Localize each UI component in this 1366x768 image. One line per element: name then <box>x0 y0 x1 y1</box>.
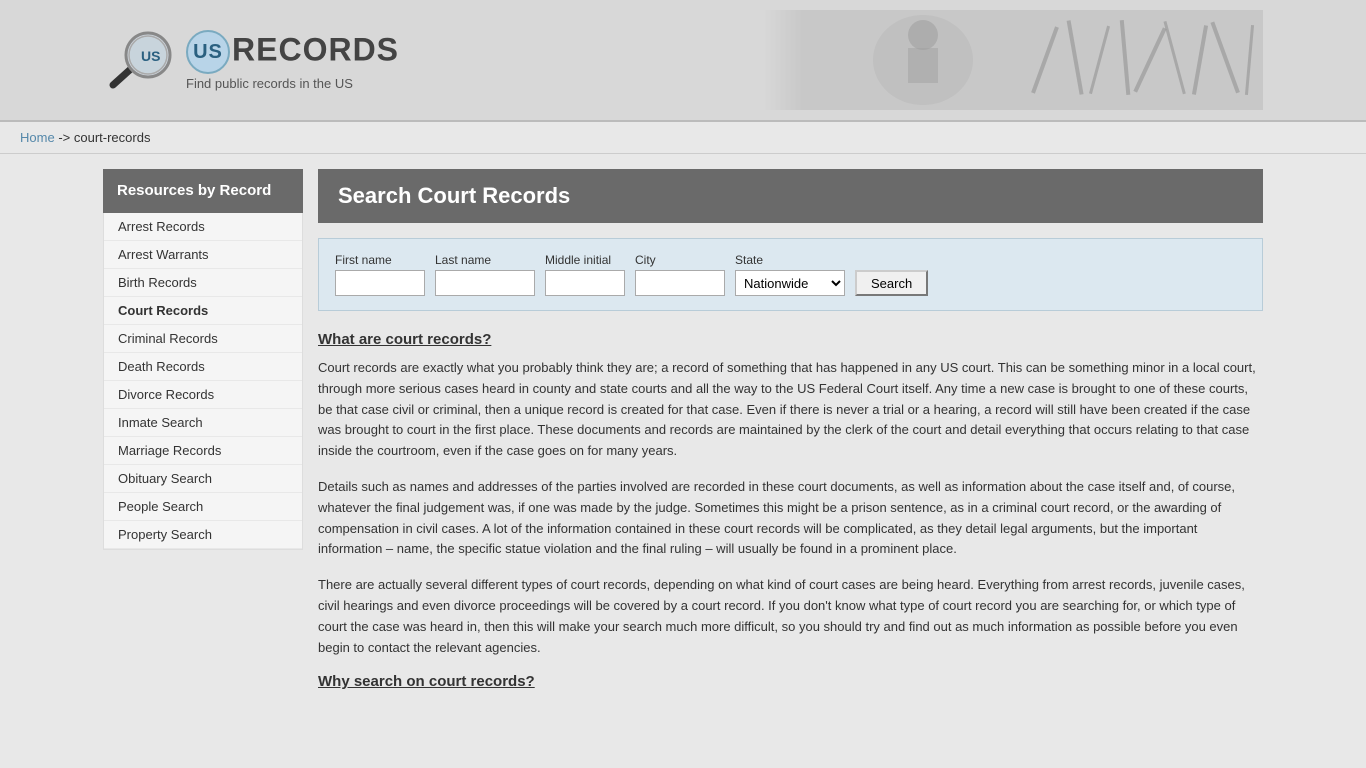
state-field: State Nationwide Alabama Alaska Arizona … <box>735 253 845 296</box>
lastname-input[interactable] <box>435 270 535 296</box>
middle-field: Middle initial <box>545 253 625 296</box>
state-label: State <box>735 253 845 267</box>
section1-para3: There are actually several different typ… <box>318 575 1263 658</box>
city-input[interactable] <box>635 270 725 296</box>
sidebar-item-obituary-search[interactable]: Obituary Search <box>104 465 302 493</box>
breadcrumb-separator: -> <box>58 130 70 145</box>
search-form: First name Last name Middle initial City… <box>318 238 1263 311</box>
lastname-field: Last name <box>435 253 535 296</box>
middle-label: Middle initial <box>545 253 625 267</box>
logo-magnify-icon: US <box>103 25 178 95</box>
section1-para1: Court records are exactly what you proba… <box>318 358 1263 462</box>
sidebar-item-arrest-records[interactable]: Arrest Records <box>104 213 302 241</box>
sidebar: Resources by Record Arrest Records Arres… <box>103 169 303 700</box>
city-field: City <box>635 253 725 296</box>
city-label: City <box>635 253 725 267</box>
state-select[interactable]: Nationwide Alabama Alaska Arizona Arkans… <box>735 270 845 296</box>
breadcrumb-home-link[interactable]: Home <box>20 130 55 145</box>
sidebar-item-criminal-records[interactable]: Criminal Records <box>104 325 302 353</box>
breadcrumb: Home -> court-records <box>0 122 1366 154</box>
lastname-label: Last name <box>435 253 535 267</box>
sidebar-nav: Arrest Records Arrest Warrants Birth Rec… <box>103 213 303 550</box>
article-content: What are court records? Court records ar… <box>318 331 1263 690</box>
sidebar-item-people-search[interactable]: People Search <box>104 493 302 521</box>
logo-records-text: RECORDS <box>232 31 399 67</box>
search-button[interactable]: Search <box>855 270 928 296</box>
page-title: Search Court Records <box>318 169 1263 223</box>
firstname-label: First name <box>335 253 425 267</box>
breadcrumb-current: court-records <box>74 130 151 145</box>
firstname-input[interactable] <box>335 270 425 296</box>
content-area: Search Court Records First name Last nam… <box>318 169 1263 700</box>
firstname-field: First name <box>335 253 425 296</box>
logo-title: USRECORDS <box>186 30 399 74</box>
sidebar-heading: Resources by Record <box>103 169 303 213</box>
sidebar-item-birth-records[interactable]: Birth Records <box>104 269 302 297</box>
logo-text: USRECORDS Find public records in the US <box>186 30 399 91</box>
sidebar-item-arrest-warrants[interactable]: Arrest Warrants <box>104 241 302 269</box>
site-header: US USRECORDS Find public records in the … <box>0 0 1366 122</box>
section1-heading: What are court records? <box>318 331 1263 348</box>
logo-area: US USRECORDS Find public records in the … <box>103 25 399 95</box>
header-decorative-image <box>763 10 1263 110</box>
sidebar-item-inmate-search[interactable]: Inmate Search <box>104 409 302 437</box>
sidebar-item-divorce-records[interactable]: Divorce Records <box>104 381 302 409</box>
sidebar-item-property-search[interactable]: Property Search <box>104 521 302 549</box>
svg-text:US: US <box>141 48 160 64</box>
middle-input[interactable] <box>545 270 625 296</box>
section2-heading: Why search on court records? <box>318 673 1263 690</box>
sidebar-item-marriage-records[interactable]: Marriage Records <box>104 437 302 465</box>
sidebar-item-court-records[interactable]: Court Records <box>104 297 302 325</box>
section1-para2: Details such as names and addresses of t… <box>318 477 1263 560</box>
main-container: Resources by Record Arrest Records Arres… <box>83 154 1283 715</box>
sidebar-item-death-records[interactable]: Death Records <box>104 353 302 381</box>
logo-subtitle: Find public records in the US <box>186 76 399 91</box>
